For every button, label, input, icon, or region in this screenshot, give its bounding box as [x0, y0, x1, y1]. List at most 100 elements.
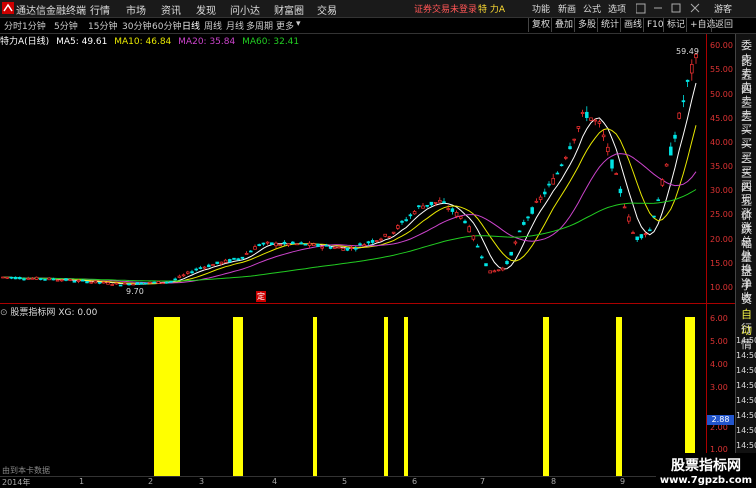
candle-body[interactable] — [685, 79, 690, 82]
candle-body[interactable] — [307, 242, 312, 246]
tool-mark[interactable]: 标记 — [663, 18, 688, 32]
candle-body[interactable] — [568, 146, 572, 150]
candle-body[interactable] — [496, 269, 501, 272]
candle-body[interactable] — [39, 278, 43, 280]
period-weekly[interactable]: 周线 — [204, 19, 222, 32]
period-timeshare[interactable]: 分时 — [4, 19, 22, 32]
candle-body[interactable] — [618, 188, 623, 194]
candle-body[interactable] — [362, 244, 366, 247]
candle-body[interactable] — [530, 207, 534, 214]
tool-stats[interactable]: 统计 — [597, 18, 622, 32]
candle-body[interactable] — [379, 238, 383, 241]
candle-body[interactable] — [509, 251, 513, 256]
candle-body[interactable] — [47, 277, 51, 281]
candle-body[interactable] — [13, 276, 18, 280]
candle-body[interactable] — [202, 266, 207, 269]
candle-body[interactable] — [585, 111, 589, 118]
candle-body[interactable] — [190, 271, 194, 274]
candle-body[interactable] — [467, 226, 471, 233]
menu-discover[interactable]: 发现 — [196, 2, 216, 17]
candle-body[interactable] — [219, 261, 224, 265]
candle-body[interactable] — [387, 236, 392, 239]
candle-body[interactable] — [110, 284, 114, 286]
indicator-settings-icon[interactable]: ⊙ — [0, 308, 8, 318]
menu-icon[interactable] — [635, 3, 700, 17]
candle-body[interactable] — [118, 284, 123, 287]
candle-body[interactable] — [471, 235, 476, 240]
candle-body[interactable] — [370, 240, 375, 243]
candle-body[interactable] — [513, 241, 518, 244]
period-multi[interactable]: 多周期 — [246, 19, 273, 32]
candle-body[interactable] — [265, 241, 270, 244]
candle-body[interactable] — [207, 264, 211, 268]
candle-body[interactable] — [501, 267, 505, 271]
candle-body[interactable] — [257, 244, 261, 247]
candle-body[interactable] — [433, 202, 438, 204]
candle-body[interactable] — [232, 257, 236, 260]
candle-body[interactable] — [543, 191, 547, 195]
period-1min[interactable]: 1分钟 — [22, 19, 46, 32]
candle-body[interactable] — [438, 200, 442, 203]
candle-body[interactable] — [22, 278, 26, 281]
period-more[interactable]: 更多 — [276, 19, 294, 32]
candle-body[interactable] — [286, 243, 291, 246]
candle-body[interactable] — [673, 134, 677, 139]
candle-body[interactable] — [156, 281, 161, 284]
candle-body[interactable] — [677, 112, 681, 119]
candle-body[interactable] — [93, 280, 98, 284]
candle-body[interactable] — [165, 281, 169, 284]
candle-body[interactable] — [412, 211, 417, 215]
candle-body[interactable] — [656, 199, 660, 202]
candle-body[interactable] — [597, 121, 602, 124]
tool-back[interactable]: 返回 — [711, 18, 736, 32]
candle-body[interactable] — [64, 278, 68, 281]
candle-body[interactable] — [463, 220, 467, 224]
candle-body[interactable] — [139, 282, 144, 285]
menu-function[interactable]: 功能 — [532, 2, 550, 15]
candle-body[interactable] — [270, 242, 274, 245]
candle-body[interactable] — [488, 270, 492, 274]
candle-body[interactable] — [551, 178, 555, 185]
menu-news[interactable]: 资讯 — [161, 2, 181, 17]
candle-body[interactable] — [354, 247, 358, 250]
tool-multi[interactable]: 多股 — [574, 18, 599, 32]
period-15min[interactable]: 15分钟 — [88, 19, 117, 32]
candle-body[interactable] — [169, 280, 173, 283]
more-chevron-icon[interactable]: ▾ — [296, 19, 301, 29]
candle-body[interactable] — [408, 214, 413, 217]
candle-body[interactable] — [5, 276, 9, 279]
candle-body[interactable] — [484, 263, 488, 267]
candle-body[interactable] — [660, 179, 665, 186]
candle-body[interactable] — [223, 259, 228, 263]
candle-body[interactable] — [547, 183, 551, 186]
candle-body[interactable] — [450, 208, 455, 212]
candle-body[interactable] — [622, 206, 627, 209]
candle-body[interactable] — [349, 247, 354, 249]
candle-body[interactable] — [1, 276, 5, 279]
candle-body[interactable] — [198, 267, 203, 269]
candle-body[interactable] — [601, 134, 606, 138]
candle-body[interactable] — [316, 243, 320, 247]
candle-body[interactable] — [404, 219, 408, 222]
candle-body[interactable] — [9, 276, 14, 279]
candle-body[interactable] — [589, 117, 593, 121]
candle-body[interactable] — [454, 212, 459, 217]
candle-body[interactable] — [480, 256, 484, 259]
candle-body[interactable] — [240, 256, 245, 259]
candle-body[interactable] — [43, 278, 47, 281]
candle-body[interactable] — [400, 220, 404, 223]
candle-body[interactable] — [282, 241, 287, 244]
candle-body[interactable] — [26, 278, 30, 280]
candle-body[interactable] — [131, 283, 135, 286]
guest-user[interactable]: 游客 — [714, 2, 732, 15]
candle-body[interactable] — [34, 276, 39, 280]
candle-body[interactable] — [295, 243, 299, 246]
period-daily[interactable]: 日线 — [182, 19, 200, 32]
candle-body[interactable] — [299, 242, 303, 245]
candle-body[interactable] — [211, 264, 215, 267]
candle-body[interactable] — [559, 164, 564, 167]
candle-body[interactable] — [538, 196, 543, 200]
period-5min[interactable]: 5分钟 — [54, 19, 78, 32]
candle-body[interactable] — [442, 201, 446, 204]
tool-draw[interactable]: 画线 — [620, 18, 645, 32]
